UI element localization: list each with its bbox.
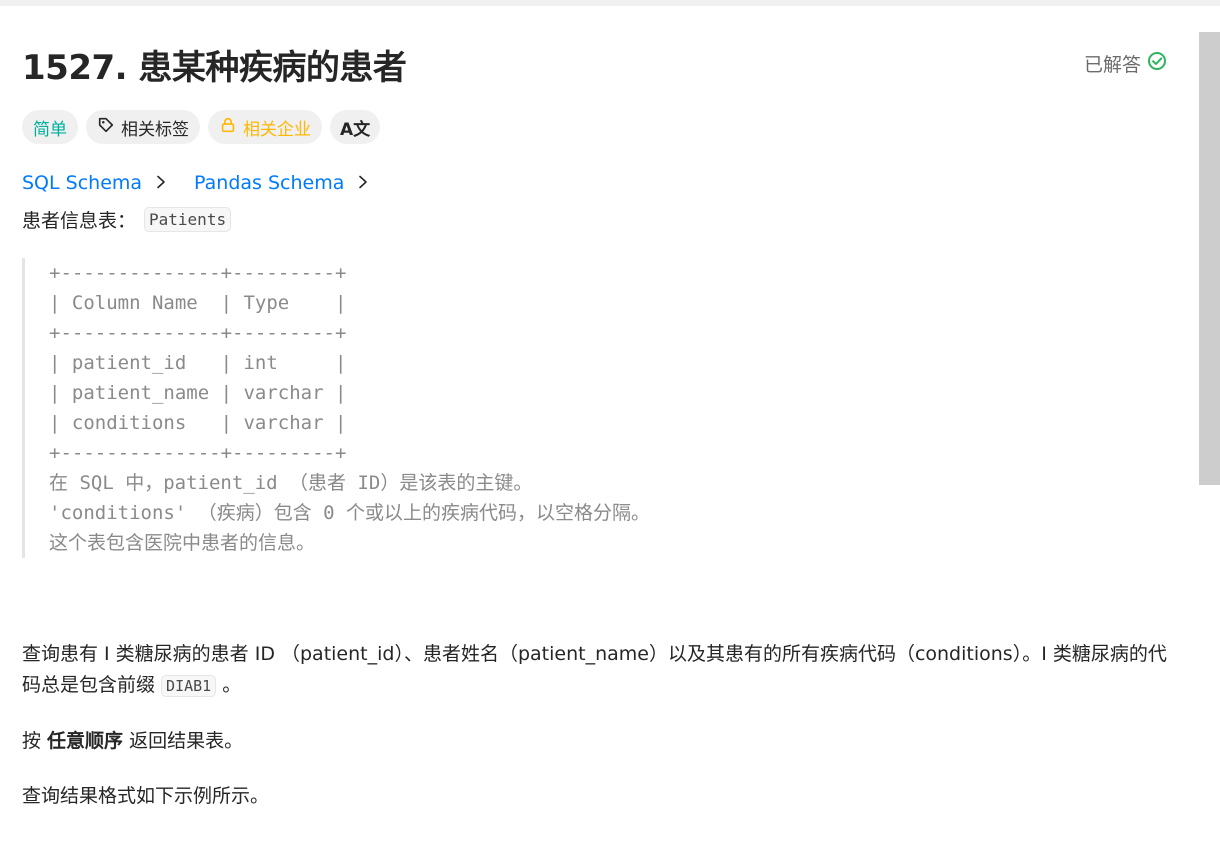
chevron-right-icon [154, 172, 168, 194]
description-text: 按 [22, 730, 48, 752]
description-text: 。 [216, 674, 242, 696]
difficulty-label: 简单 [33, 119, 67, 140]
table-label-text: 患者信息表： [22, 210, 137, 232]
tag-row: 简单 相关标签 相关企业 A文 [22, 110, 381, 144]
schema-links: SQL Schema Pandas Schema [22, 172, 370, 194]
problem-title: 1527. 患某种疾病的患者 [22, 48, 407, 88]
check-circle-icon [1147, 51, 1167, 76]
description-paragraph-1: 查询患有 I 类糖尿病的患者 ID （patient_id）、患者姓名（pati… [22, 639, 1182, 702]
schema-code-block: +--------------+---------+ | Column Name… [22, 258, 742, 558]
schema-code-text: +--------------+---------+ | Column Name… [49, 262, 651, 554]
sql-schema-label: SQL Schema [22, 172, 143, 194]
related-companies-label: 相关企业 [243, 119, 311, 140]
related-tags-button[interactable]: 相关标签 [86, 110, 200, 144]
solved-status-label: 已解答 [1084, 54, 1142, 76]
table-label: 患者信息表： Patients [22, 206, 232, 233]
scrollbar-thumb[interactable] [1199, 32, 1220, 485]
description-paragraph-3: 查询结果格式如下示例所示。 [22, 785, 270, 807]
pandas-schema-label: Pandas Schema [194, 172, 345, 194]
related-companies-button[interactable]: 相关企业 [208, 110, 322, 144]
pandas-schema-link[interactable]: Pandas Schema [194, 172, 370, 194]
translate-button[interactable]: A文 [330, 110, 381, 144]
top-bar [0, 0, 1220, 6]
tag-icon [97, 116, 115, 139]
table-name-code: Patients [144, 207, 232, 232]
difficulty-badge: 简单 [22, 110, 78, 144]
related-tags-label: 相关标签 [121, 119, 189, 140]
lock-icon [219, 116, 237, 139]
description-text: 返回结果表。 [123, 730, 244, 752]
translate-icon: A文 [340, 119, 371, 140]
emphasis-text: 任意顺序 [47, 730, 124, 752]
sql-schema-link[interactable]: SQL Schema [22, 172, 168, 194]
solved-status: 已解答 [1084, 50, 1167, 77]
chevron-right-icon [356, 172, 370, 194]
prefix-code: DIAB1 [161, 675, 217, 697]
description-paragraph-2: 按 任意顺序 返回结果表。 [22, 726, 1182, 757]
